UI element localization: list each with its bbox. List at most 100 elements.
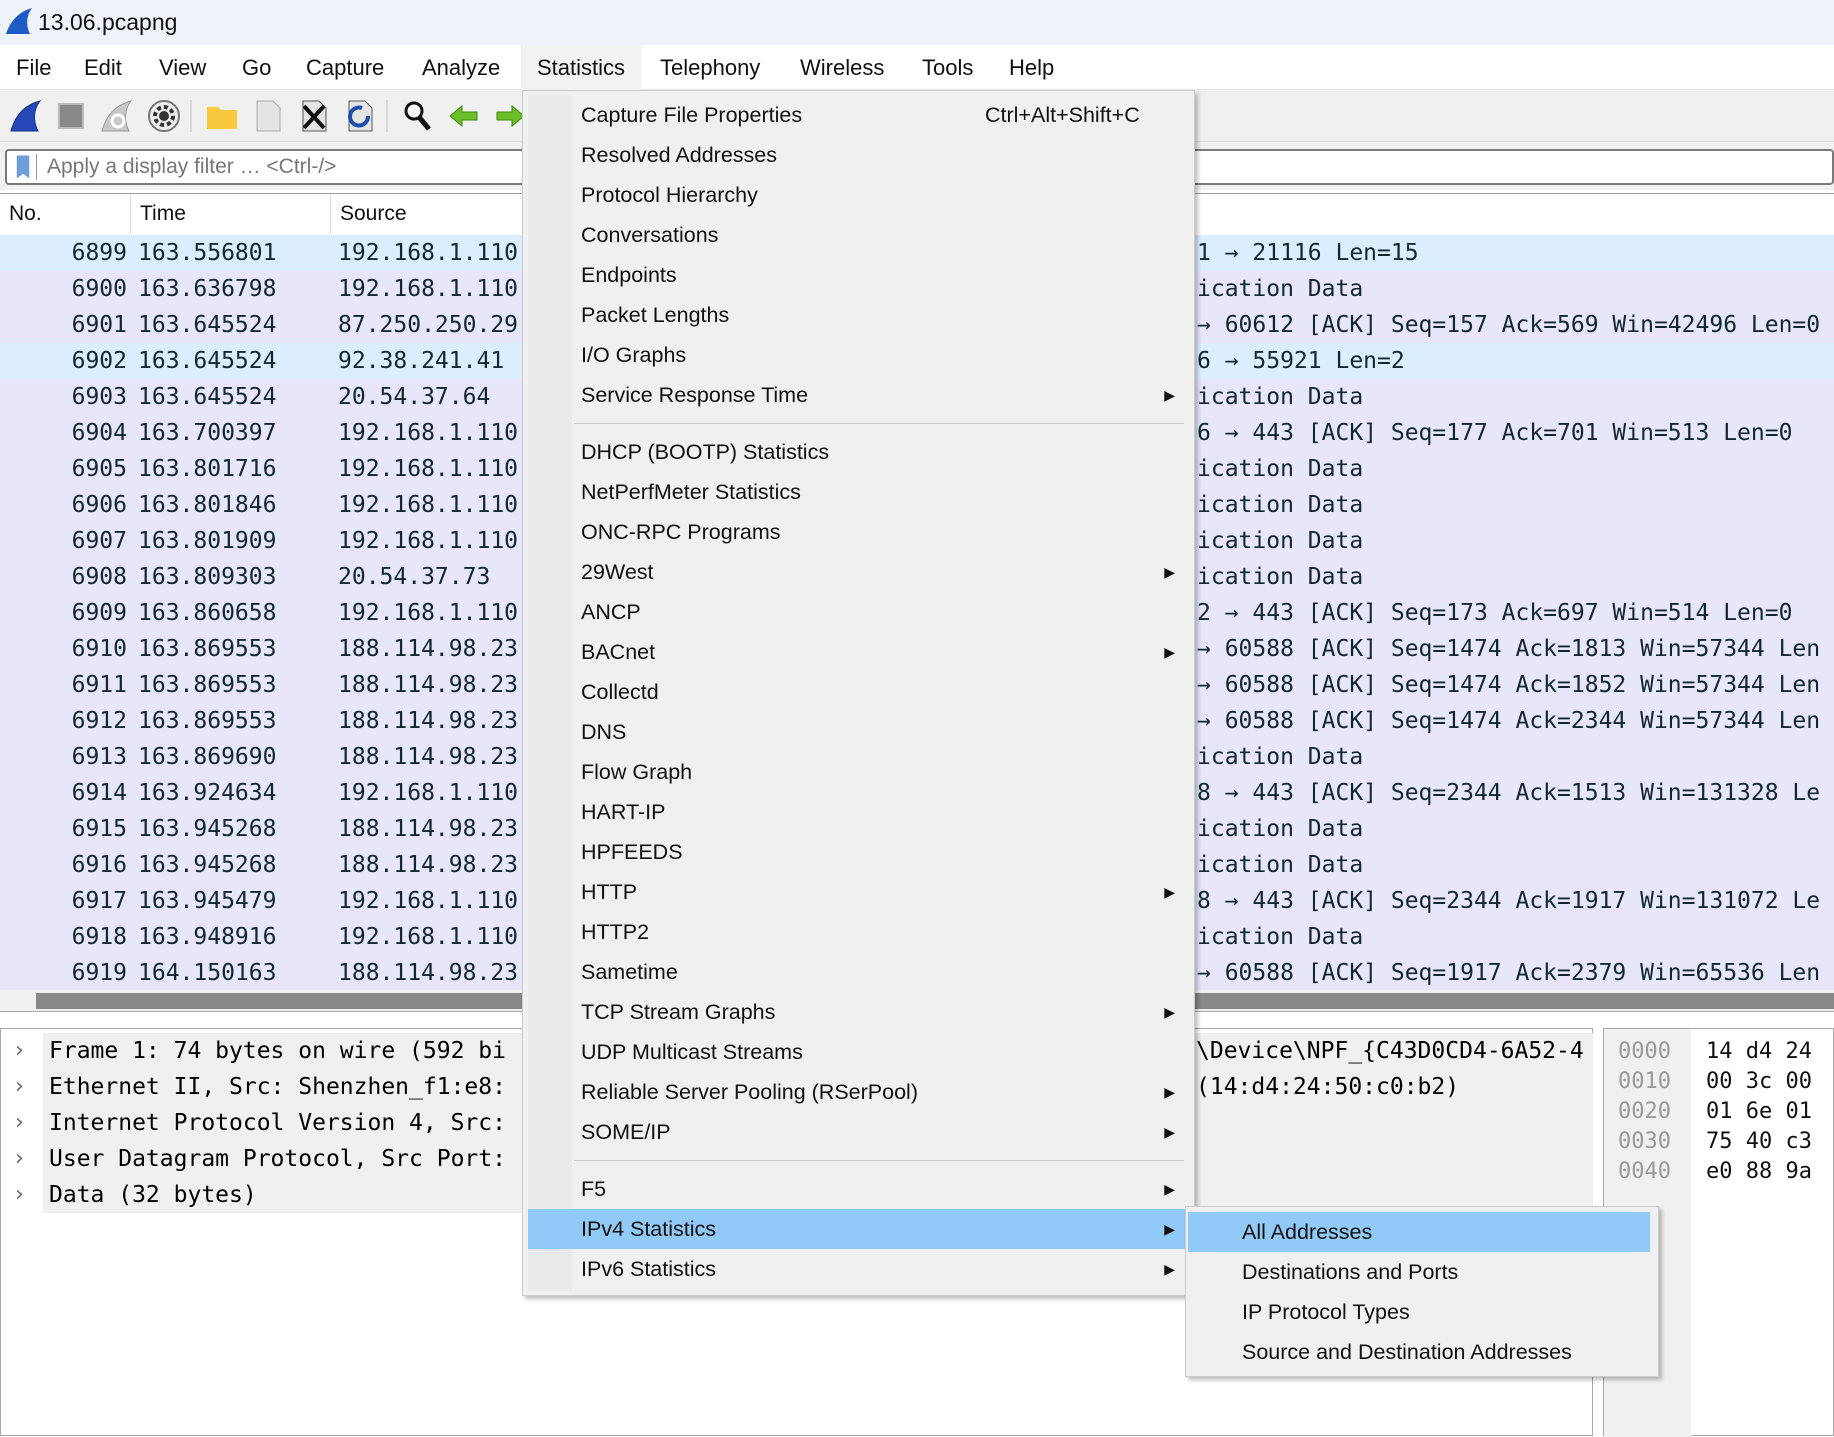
menu-item-29west[interactable]: 29West ▶ — [528, 552, 1189, 592]
stop-capture-icon[interactable] — [53, 98, 89, 134]
column-header-time[interactable]: Time — [131, 194, 331, 234]
save-file-icon[interactable] — [250, 98, 286, 134]
submenu-item-destinations-and-ports[interactable]: Destinations and Ports — [1188, 1252, 1650, 1292]
menu-wireless[interactable]: Wireless — [784, 45, 900, 90]
menu-item-i-o-graphs[interactable]: I/O Graphs — [528, 335, 1189, 375]
menu-item-label: BACnet — [581, 640, 656, 664]
hex-row: 0020 01 6e 01 — [1618, 1097, 1812, 1127]
hex-bytes[interactable]: e0 88 9a — [1706, 1157, 1812, 1187]
menu-item-tcp-stream-graphs[interactable]: TCP Stream Graphs ▶ — [528, 992, 1189, 1032]
packet-source: 188.114.98.23 — [338, 960, 519, 986]
menu-item-capture-file-properties[interactable]: Capture File Properties Ctrl+Alt+Shift+C — [528, 95, 1189, 135]
open-file-icon[interactable] — [204, 98, 240, 134]
submenu-item-label: Destinations and Ports — [1242, 1260, 1459, 1284]
hex-bytes[interactable]: 01 6e 01 — [1706, 1097, 1812, 1127]
packet-number: 6905 — [71, 456, 127, 482]
submenu-item-all-addresses[interactable]: All Addresses — [1188, 1212, 1650, 1252]
menu-help[interactable]: Help — [993, 45, 1070, 90]
restart-capture-icon[interactable] — [99, 98, 135, 134]
submenu-item-ip-protocol-types[interactable]: IP Protocol Types — [1188, 1292, 1650, 1332]
packet-source: 188.114.98.23 — [338, 852, 519, 878]
menu-item-packet-lengths[interactable]: Packet Lengths — [528, 295, 1189, 335]
menu-item-collectd[interactable]: Collectd — [528, 672, 1189, 712]
hex-bytes[interactable]: 75 40 c3 — [1706, 1127, 1812, 1157]
reload-file-icon[interactable] — [342, 98, 378, 134]
menu-go[interactable]: Go — [226, 45, 287, 90]
packet-number: 6906 — [71, 492, 127, 518]
chevron-right-icon[interactable]: › — [15, 1141, 24, 1177]
menu-item-endpoints[interactable]: Endpoints — [528, 255, 1189, 295]
menu-item-f5[interactable]: F5 ▶ — [528, 1169, 1189, 1209]
packet-source: 192.168.1.110 — [338, 924, 519, 950]
menu-item-hpfeeds[interactable]: HPFEEDS — [528, 832, 1189, 872]
menu-item-http[interactable]: HTTP ▶ — [528, 872, 1189, 912]
menu-item-onc-rpc-programs[interactable]: ONC-RPC Programs — [528, 512, 1189, 552]
chevron-right-icon[interactable]: › — [15, 1177, 24, 1213]
menu-item-dhcp-bootp-statistics[interactable]: DHCP (BOOTP) Statistics — [528, 432, 1189, 472]
menu-item-label: HTTP — [581, 880, 638, 904]
packet-info: ication Data — [1197, 564, 1364, 590]
menu-file[interactable]: File — [0, 45, 67, 90]
menu-statistics[interactable]: Statistics — [521, 45, 642, 90]
start-capture-icon[interactable] — [8, 98, 44, 134]
close-file-icon[interactable] — [296, 98, 332, 134]
menu-item-some-ip[interactable]: SOME/IP ▶ — [528, 1112, 1189, 1152]
menu-analyze[interactable]: Analyze — [406, 45, 516, 90]
menu-capture[interactable]: Capture — [290, 45, 400, 90]
submenu-arrow-icon: ▶ — [1164, 387, 1175, 403]
submenu-arrow-icon: ▶ — [1164, 644, 1175, 660]
menu-view[interactable]: View — [143, 45, 222, 90]
packet-source: 192.168.1.110 — [338, 420, 519, 446]
menu-item-protocol-hierarchy[interactable]: Protocol Hierarchy — [528, 175, 1189, 215]
packet-info: ication Data — [1197, 456, 1364, 482]
go-back-icon[interactable] — [446, 98, 482, 134]
packet-source: 188.114.98.23 — [338, 708, 519, 734]
menu-item-bacnet[interactable]: BACnet ▶ — [528, 632, 1189, 672]
bookmark-icon[interactable] — [11, 154, 37, 180]
menu-item-label: TCP Stream Graphs — [581, 1000, 776, 1024]
packet-info: ication Data — [1197, 816, 1364, 842]
chevron-right-icon[interactable]: › — [15, 1069, 24, 1105]
menu-item-label: Protocol Hierarchy — [581, 183, 758, 207]
menu-item-udp-multicast-streams[interactable]: UDP Multicast Streams — [528, 1032, 1189, 1072]
find-packet-icon[interactable] — [400, 98, 436, 134]
menu-item-label: Sametime — [581, 960, 678, 984]
menu-edit[interactable]: Edit — [68, 45, 138, 90]
submenu-item-source-and-destination-addresses[interactable]: Source and Destination Addresses — [1188, 1332, 1650, 1372]
toolbar-separator — [190, 100, 192, 132]
menu-item-ancp[interactable]: ANCP — [528, 592, 1189, 632]
packet-number: 6902 — [71, 348, 127, 374]
packet-source: 192.168.1.110 — [338, 456, 519, 482]
chevron-right-icon[interactable]: › — [15, 1105, 24, 1141]
submenu-arrow-icon: ▶ — [1164, 1221, 1175, 1237]
packet-source: 92.38.241.41 — [338, 348, 505, 374]
menu-item-http2[interactable]: HTTP2 — [528, 912, 1189, 952]
chevron-right-icon[interactable]: › — [15, 1033, 24, 1069]
hex-bytes[interactable]: 00 3c 00 — [1706, 1067, 1812, 1097]
menu-item-flow-graph[interactable]: Flow Graph — [528, 752, 1189, 792]
menu-item-service-response-time[interactable]: Service Response Time ▶ — [528, 375, 1189, 415]
capture-options-icon[interactable] — [146, 98, 182, 134]
menu-item-hart-ip[interactable]: HART-IP — [528, 792, 1189, 832]
menu-item-resolved-addresses[interactable]: Resolved Addresses — [528, 135, 1189, 175]
menu-item-conversations[interactable]: Conversations — [528, 215, 1189, 255]
menu-separator — [574, 423, 1184, 424]
menu-item-netperfmeter-statistics[interactable]: NetPerfMeter Statistics — [528, 472, 1189, 512]
menu-item-ipv4-statistics[interactable]: IPv4 Statistics ▶ — [528, 1209, 1189, 1249]
column-header-no[interactable]: No. — [0, 194, 131, 234]
menu-item-label: DNS — [581, 720, 627, 744]
menu-item-dns[interactable]: DNS — [528, 712, 1189, 752]
packet-time: 163.924634 — [138, 780, 277, 806]
menu-item-sametime[interactable]: Sametime — [528, 952, 1189, 992]
hex-bytes[interactable]: 14 d4 24 — [1706, 1037, 1812, 1067]
submenu-item-label: Source and Destination Addresses — [1242, 1340, 1572, 1364]
packet-source: 87.250.250.29 — [338, 312, 519, 338]
packet-info: ication Data — [1197, 528, 1364, 554]
menu-item-label: Flow Graph — [581, 760, 693, 784]
packet-number: 6904 — [71, 420, 127, 446]
menu-item-ipv6-statistics[interactable]: IPv6 Statistics ▶ — [528, 1249, 1189, 1289]
menu-telephony[interactable]: Telephony — [644, 45, 776, 90]
menu-item-reliable-server-pooling-rserpool[interactable]: Reliable Server Pooling (RSerPool) ▶ — [528, 1072, 1189, 1112]
menu-tools[interactable]: Tools — [906, 45, 989, 90]
packet-time: 163.801716 — [138, 456, 277, 482]
